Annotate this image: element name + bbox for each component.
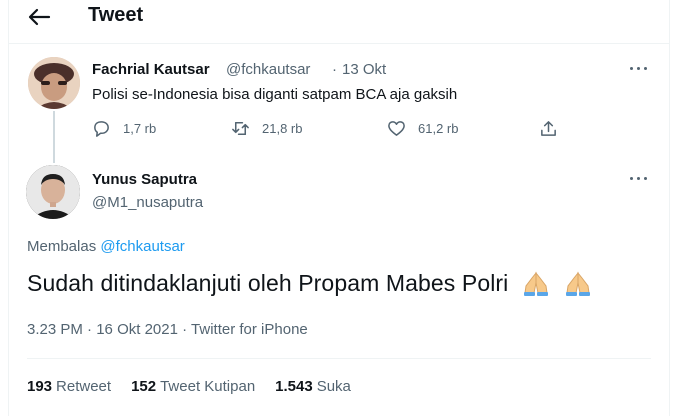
tweet-source[interactable]: Twitter for iPhone <box>191 321 308 338</box>
tweet-time[interactable]: 3.23 PM <box>27 321 83 338</box>
main-tweet-text: Sudah ditindaklanjuti oleh Propam Mabes … <box>27 270 509 296</box>
reply-count: 1,7 rb <box>123 120 157 136</box>
tweet-metadata: 3.23 PM · 16 Okt 2021 · Twitter for iPho… <box>27 321 308 338</box>
tweet-date[interactable]: 16 Okt 2021 <box>96 321 178 338</box>
share-button[interactable] <box>539 117 558 139</box>
main-tweet-text-container: Sudah ditindaklanjuti oleh Propam Mabes … <box>27 266 593 300</box>
parent-avatar[interactable] <box>28 57 80 109</box>
avatar-image <box>28 57 80 109</box>
parent-tweet-text: Polisi se-Indonesia bisa diganti satpam … <box>92 86 458 103</box>
author-display-name[interactable]: Yunus Saputra <box>92 171 197 188</box>
stats-divider <box>27 358 651 359</box>
stat-retweets[interactable]: 193 Retweet <box>27 378 111 395</box>
stat-count: 1.543 <box>275 378 313 395</box>
meta-separator: · <box>182 321 188 338</box>
folded-hands-emoji-icon <box>566 271 591 296</box>
header-divider <box>9 43 669 44</box>
reply-icon <box>94 120 109 137</box>
parent-handle[interactable]: @fchkautsar <box>226 61 310 78</box>
replying-to-handle[interactable]: @fchkautsar <box>100 238 184 255</box>
stat-quote-tweets[interactable]: 152 Tweet Kutipan <box>131 378 255 395</box>
stat-count: 193 <box>27 378 53 395</box>
retweet-icon <box>232 121 249 135</box>
folded-hands-emoji-icon <box>523 271 548 296</box>
replying-label: Membalas <box>27 238 97 255</box>
stat-label: Tweet Kutipan <box>160 378 256 395</box>
parent-separator: · <box>332 61 337 78</box>
replying-to-line: Membalas @fchkautsar <box>27 238 185 255</box>
back-arrow-icon[interactable] <box>25 5 53 29</box>
tweet-stats: 193 Retweet 152 Tweet Kutipan 1.543 Suka <box>27 378 351 395</box>
author-more-icon[interactable] <box>629 174 651 184</box>
share-icon <box>541 120 556 136</box>
heart-icon <box>388 120 405 136</box>
parent-display-name[interactable]: Fachrial Kautsar <box>92 61 210 78</box>
page-header: Tweet <box>9 0 669 38</box>
retweet-count: 21,8 rb <box>262 120 303 136</box>
avatar-image <box>26 165 80 219</box>
like-count: 61,2 rb <box>418 120 459 136</box>
stat-label: Retweet <box>56 378 112 395</box>
parent-date[interactable]: 13 Okt <box>342 61 386 78</box>
page-title: Tweet <box>88 4 144 26</box>
tweet-page: Tweet Fachrial Kautsar @fchkautsar · 13 … <box>0 0 700 416</box>
retweet-button[interactable]: 21,8 rb <box>231 117 302 139</box>
stat-likes[interactable]: 1.543 Suka <box>275 378 351 395</box>
stat-count: 152 <box>131 378 157 395</box>
author-handle[interactable]: @M1_nusaputra <box>92 194 203 211</box>
meta-separator: · <box>87 321 93 338</box>
tweet-column: Tweet Fachrial Kautsar @fchkautsar · 13 … <box>8 0 670 416</box>
parent-more-icon[interactable] <box>629 64 651 74</box>
thread-connector-line <box>53 111 55 163</box>
author-avatar[interactable] <box>26 165 80 219</box>
reply-button[interactable]: 1,7 rb <box>92 117 156 139</box>
stat-label: Suka <box>316 378 351 395</box>
like-button[interactable]: 61,2 rb <box>387 117 458 139</box>
